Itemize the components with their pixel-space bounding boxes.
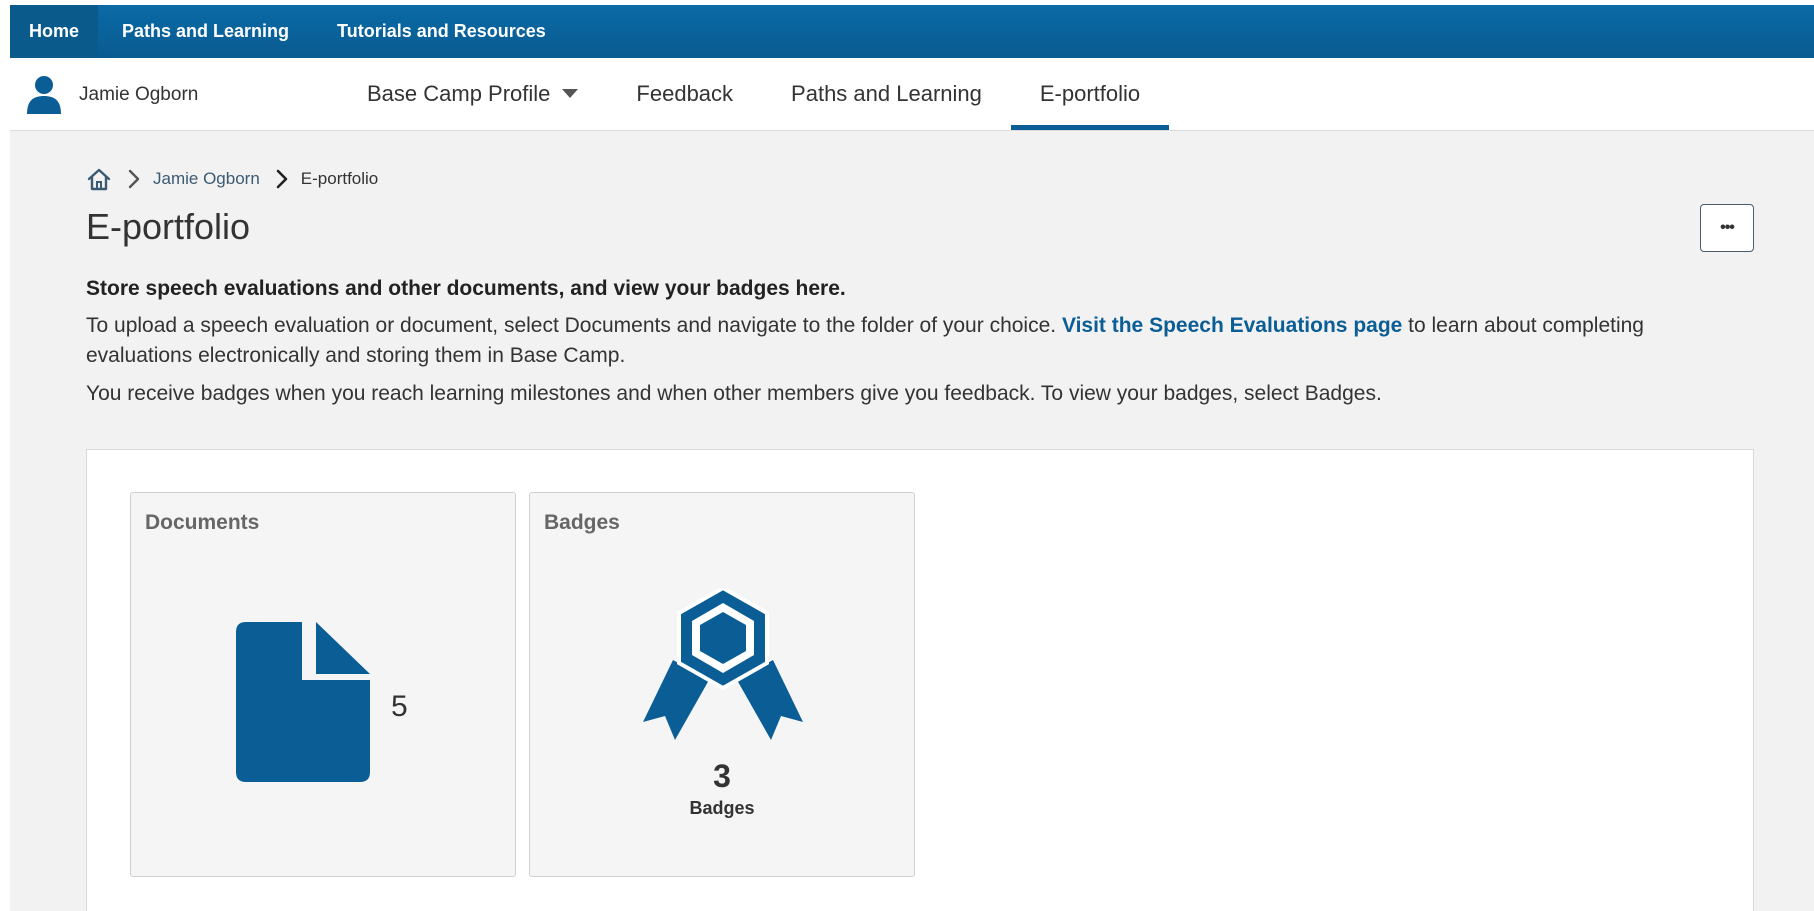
badge-ribbon-icon: [643, 588, 803, 740]
tab-label: Paths and Learning: [791, 81, 982, 106]
tab-label: Base Camp Profile: [367, 81, 551, 106]
portfolio-panel: Documents 5 Badges 3 Badges: [86, 449, 1754, 911]
speech-evaluations-link[interactable]: Visit the Speech Evaluations page: [1062, 314, 1402, 337]
tab-label: Feedback: [636, 81, 734, 106]
upload-instructions-text: To upload a speech evaluation or documen…: [86, 314, 1062, 337]
top-navigation: Home Paths and Learning Tutorials and Re…: [10, 5, 1814, 58]
tab-paths-and-learning[interactable]: Paths and Learning: [762, 58, 1011, 130]
documents-count: 5: [391, 690, 408, 723]
caret-down-icon: [562, 88, 579, 98]
user-name[interactable]: Jamie Ogborn: [79, 84, 198, 106]
tab-e-portfolio[interactable]: E-portfolio: [1010, 58, 1170, 130]
badges-tile[interactable]: Badges 3 Badges: [529, 492, 915, 877]
tab-feedback[interactable]: Feedback: [607, 58, 762, 130]
badges-count-label: Badges: [689, 798, 755, 818]
badges-count: 3: [713, 758, 731, 794]
intro-heading: Store speech evaluations and other docum…: [86, 277, 846, 300]
user-icon: [27, 76, 61, 114]
profile-bar: Jamie Ogborn Base Camp Profile Feedback …: [10, 58, 1814, 131]
breadcrumb-current: E-portfolio: [300, 169, 379, 188]
tab-label: E-portfolio: [1039, 81, 1141, 106]
home-icon[interactable]: [86, 167, 112, 191]
more-options-button[interactable]: •••: [1700, 204, 1754, 252]
upload-instructions: To upload a speech evaluation or documen…: [86, 311, 1726, 371]
badges-instructions: You receive badges when you reach learni…: [86, 382, 1382, 405]
app-frame: Home Paths and Learning Tutorials and Re…: [10, 5, 1814, 911]
avatar[interactable]: [22, 70, 66, 114]
tab-base-camp-profile[interactable]: Base Camp Profile: [338, 58, 607, 130]
topnav-home[interactable]: Home: [10, 5, 99, 58]
breadcrumb: Jamie Ogborn E-portfolio: [86, 167, 378, 191]
breadcrumb-user[interactable]: Jamie Ogborn: [153, 169, 260, 189]
profile-tabs: Base Camp Profile Feedback Paths and Lea…: [338, 58, 1170, 130]
page-title: E-portfolio: [86, 206, 251, 247]
topnav-tutorials-and-resources[interactable]: Tutorials and Resources: [313, 5, 570, 58]
chevron-right-icon: [128, 169, 140, 189]
document-icon: [236, 622, 370, 782]
topnav-paths-and-learning[interactable]: Paths and Learning: [98, 5, 313, 58]
documents-tile[interactable]: Documents 5: [130, 492, 516, 877]
chevron-right-icon: [276, 169, 288, 189]
tile-title: Badges: [544, 511, 620, 534]
tile-title: Documents: [145, 511, 260, 534]
